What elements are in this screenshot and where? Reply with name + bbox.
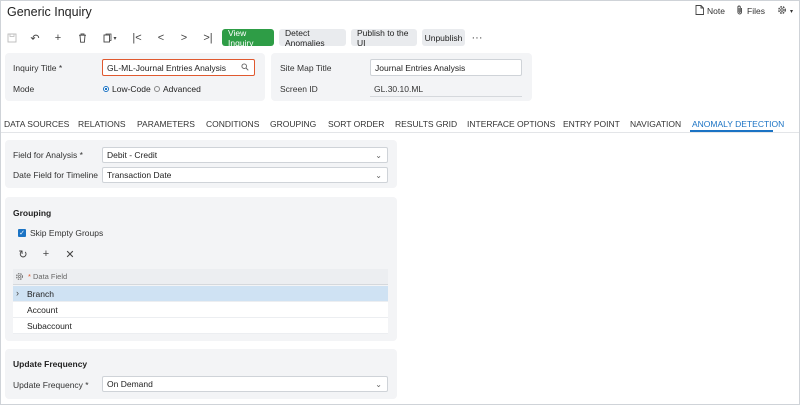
inquiry-title-input[interactable]: GL-ML-Journal Entries Analysis [102, 59, 255, 76]
checkbox-checked-icon: ✓ [18, 229, 26, 237]
delete-row-icon[interactable]: ✕ [63, 247, 77, 261]
note-button[interactable]: Note [695, 5, 725, 17]
field-for-analysis-select[interactable]: Debit - Credit ⌄ [102, 147, 388, 163]
tab-navigation[interactable]: NAVIGATION [630, 119, 681, 129]
add-row-icon[interactable]: + [39, 247, 53, 261]
gear-icon [777, 5, 787, 17]
note-label: Note [707, 6, 725, 16]
page-title: Generic Inquiry [7, 5, 92, 19]
date-field-label: Date Field for Timeline [13, 170, 99, 180]
copy-paste-menu-icon[interactable]: ▾ [99, 31, 121, 45]
previous-record-icon[interactable]: < [154, 31, 168, 45]
site-map-title-input[interactable]: Journal Entries Analysis [370, 59, 522, 76]
tab-results-grid[interactable]: RESULTS GRID [395, 119, 457, 129]
column-header-data-field: Data Field [33, 272, 68, 281]
grid-header: * Data Field [13, 269, 388, 285]
undo-icon[interactable]: ↶ [28, 31, 42, 45]
save-icon[interactable] [5, 31, 19, 45]
chevron-down-icon: ▾ [790, 8, 794, 15]
publish-button[interactable]: Publish to the UI [351, 28, 417, 48]
chevron-down-icon: ⌄ [375, 151, 382, 160]
table-row[interactable]: Account [13, 302, 388, 318]
last-record-icon[interactable]: >| [201, 31, 215, 45]
mode-low-code-radio[interactable]: Low-Code [103, 84, 151, 94]
chevron-right-icon[interactable]: › [16, 288, 19, 298]
first-record-icon[interactable]: |< [130, 31, 144, 45]
delete-icon[interactable] [75, 31, 89, 45]
update-frequency-select[interactable]: On Demand ⌄ [102, 376, 388, 392]
tab-entry-point[interactable]: ENTRY POINT [563, 119, 620, 129]
column-settings-icon[interactable] [15, 272, 24, 283]
tab-divider [1, 132, 799, 133]
files-button[interactable]: Files [736, 5, 765, 17]
update-frequency-label: Update Frequency * [13, 380, 89, 390]
tab-data-sources[interactable]: DATA SOURCES [4, 119, 69, 129]
tab-grouping[interactable]: GROUPING [270, 119, 316, 129]
unpublish-button[interactable]: Unpublish [422, 29, 465, 46]
site-map-title-label: Site Map Title [280, 63, 332, 73]
radio-unselected-icon [154, 86, 160, 92]
paperclip-icon [736, 5, 744, 17]
date-field-select[interactable]: Transaction Date ⌄ [102, 167, 388, 183]
settings-menu-button[interactable]: ▾ [777, 5, 793, 17]
screen-id-label: Screen ID [280, 84, 318, 94]
refresh-icon[interactable]: ↻ [16, 247, 30, 261]
mode-advanced-radio[interactable]: Advanced [154, 84, 201, 94]
tab-sort-order[interactable]: SORT ORDER [328, 119, 384, 129]
tab-parameters[interactable]: PARAMETERS [137, 119, 195, 129]
field-for-analysis-label: Field for Analysis * [13, 150, 83, 160]
add-icon[interactable]: + [51, 31, 65, 45]
search-icon[interactable] [241, 63, 249, 73]
note-icon [695, 5, 704, 17]
screen-id-underline [370, 96, 522, 97]
screen-id-value: GL.30.10.ML [374, 84, 424, 94]
inquiry-title-label: Inquiry Title * [13, 63, 63, 73]
chevron-down-icon: ⌄ [375, 380, 382, 389]
tab-relations[interactable]: RELATIONS [78, 119, 126, 129]
tab-interface-options[interactable]: INTERFACE OPTIONS [467, 119, 555, 129]
next-record-icon[interactable]: > [177, 31, 191, 45]
files-label: Files [747, 6, 765, 16]
skip-empty-groups-checkbox[interactable]: ✓ Skip Empty Groups [18, 228, 103, 238]
tab-conditions[interactable]: CONDITIONS [206, 119, 259, 129]
tab-anomaly-detection[interactable]: ANOMALY DETECTION [692, 119, 784, 129]
radio-selected-icon [103, 86, 109, 92]
inquiry-title-value: GL-ML-Journal Entries Analysis [107, 62, 227, 73]
detect-anomalies-button[interactable]: Detect Anomalies [279, 28, 346, 48]
required-mark: * [28, 272, 31, 281]
view-inquiry-button[interactable]: View Inquiry [222, 28, 274, 48]
grouping-title: Grouping [13, 208, 52, 218]
table-row[interactable]: › Branch [13, 286, 388, 302]
mode-label: Mode [13, 84, 35, 94]
table-row[interactable]: Subaccount [13, 318, 388, 334]
update-frequency-title: Update Frequency [13, 359, 88, 369]
more-actions-button[interactable]: ··· [470, 31, 484, 45]
chevron-down-icon: ⌄ [375, 171, 382, 180]
